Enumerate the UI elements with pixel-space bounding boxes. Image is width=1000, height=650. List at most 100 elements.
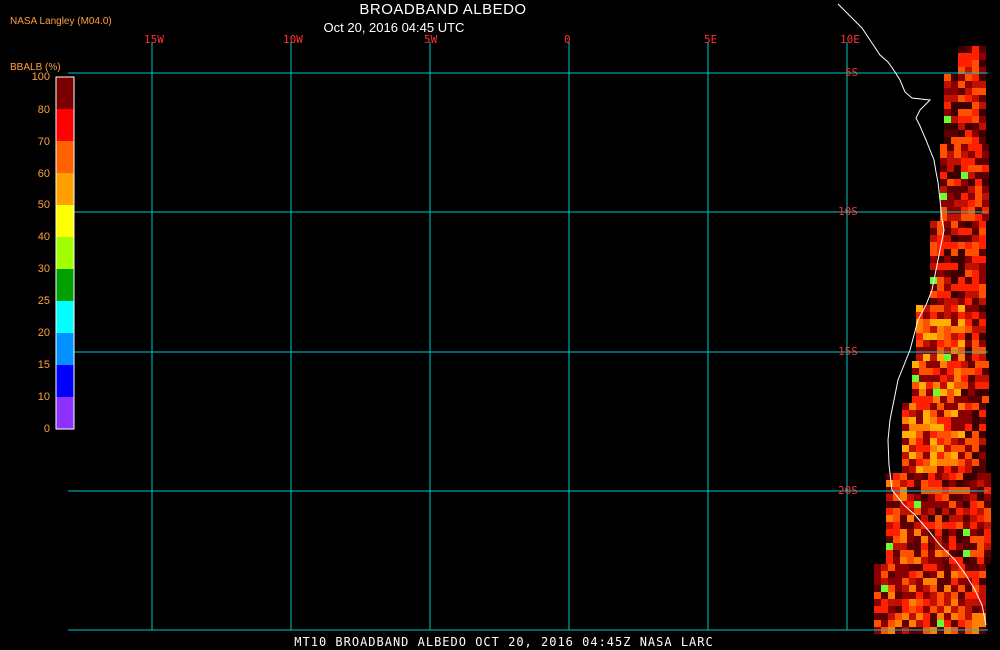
albedo-pixel	[909, 599, 916, 606]
albedo-pixel	[944, 277, 951, 284]
albedo-pixel	[930, 571, 937, 578]
albedo-pixel	[914, 473, 921, 480]
albedo-pixel	[984, 550, 991, 557]
albedo-pixel	[965, 116, 972, 123]
albedo-pixel	[979, 340, 986, 347]
albedo-pixel	[923, 410, 930, 417]
albedo-pixel	[944, 424, 951, 431]
albedo-pixel	[900, 536, 907, 543]
albedo-pixel	[937, 459, 944, 466]
albedo-pixel	[982, 151, 989, 158]
graticule	[68, 42, 988, 631]
albedo-pixel	[961, 144, 968, 151]
albedo-pixel	[979, 123, 986, 130]
albedo-pixel	[958, 130, 965, 137]
albedo-pixel	[951, 228, 958, 235]
albedo-pixel	[975, 158, 982, 165]
albedo-pixel	[944, 445, 951, 452]
albedo-pixel	[944, 620, 951, 627]
albedo-pixel	[947, 158, 954, 165]
albedo-pixel	[944, 354, 951, 361]
albedo-pixel	[972, 452, 979, 459]
albedo-pixel	[900, 508, 907, 515]
lat-label: 15S	[838, 345, 858, 358]
albedo-pixel	[947, 382, 954, 389]
albedo-pixel	[895, 606, 902, 613]
albedo-pixel	[928, 557, 935, 564]
albedo-pixel	[937, 613, 944, 620]
albedo-pixel	[914, 501, 921, 508]
albedo-pixel	[900, 480, 907, 487]
albedo-pixel	[902, 459, 909, 466]
albedo-pixel	[979, 95, 986, 102]
albedo-pixel	[921, 473, 928, 480]
albedo-pixel	[972, 123, 979, 130]
albedo-pixel	[940, 382, 947, 389]
albedo-pixel	[984, 529, 991, 536]
albedo-pixel	[893, 522, 900, 529]
albedo-pixel	[956, 515, 963, 522]
albedo-pixel	[965, 277, 972, 284]
albedo-pixel	[965, 298, 972, 305]
albedo-pixel	[963, 529, 970, 536]
albedo-pixel	[937, 466, 944, 473]
albedo-pixel	[930, 235, 937, 242]
albedo-pixel	[916, 431, 923, 438]
albedo-pixel	[954, 172, 961, 179]
albedo-pixel	[923, 445, 930, 452]
albedo-pixel	[979, 81, 986, 88]
albedo-pixel	[926, 361, 933, 368]
albedo-pixel	[916, 452, 923, 459]
albedo-pixel	[984, 522, 991, 529]
albedo-pixel	[958, 578, 965, 585]
albedo-pixel	[933, 382, 940, 389]
albedo-pixel	[958, 606, 965, 613]
albedo-pixel	[912, 368, 919, 375]
albedo-pixel	[930, 466, 937, 473]
albedo-pixel	[930, 599, 937, 606]
albedo-pixel	[956, 501, 963, 508]
albedo-pixel	[972, 319, 979, 326]
albedo-pixel	[930, 445, 937, 452]
albedo-pixel	[900, 522, 907, 529]
albedo-pixel	[921, 550, 928, 557]
albedo-pixel	[944, 137, 951, 144]
albedo-pixel	[965, 326, 972, 333]
albedo-pixel	[902, 585, 909, 592]
albedo-pixel	[968, 368, 975, 375]
albedo-pixel	[902, 438, 909, 445]
timestamp: Oct 20, 2016 04:45 UTC	[323, 20, 465, 35]
albedo-pixel	[886, 515, 893, 522]
albedo-pixel	[944, 109, 951, 116]
albedo-pixel	[902, 445, 909, 452]
albedo-pixel	[979, 326, 986, 333]
albedo-pixel	[979, 263, 986, 270]
albedo-pixel	[958, 620, 965, 627]
albedo-pixel	[965, 221, 972, 228]
albedo-pixel	[895, 564, 902, 571]
albedo-pixel	[912, 361, 919, 368]
albedo-pixel	[965, 445, 972, 452]
albedo-pixel	[982, 361, 989, 368]
albedo-pixel	[937, 606, 944, 613]
albedo-pixel	[919, 368, 926, 375]
albedo-pixel	[888, 571, 895, 578]
albedo-pixel	[979, 578, 986, 585]
albedo-pixel	[977, 494, 984, 501]
albedo-pixel	[930, 585, 937, 592]
albedo-pixel	[979, 102, 986, 109]
albedo-pixel	[933, 396, 940, 403]
albedo-pixel	[944, 319, 951, 326]
albedo-pixel	[972, 599, 979, 606]
albedo-pixel	[979, 424, 986, 431]
albedo-pixel	[982, 375, 989, 382]
albedo-pixel	[965, 291, 972, 298]
albedo-pixel	[923, 319, 930, 326]
albedo-pixel	[916, 438, 923, 445]
albedo-pixel	[972, 284, 979, 291]
albedo-pixel	[951, 613, 958, 620]
albedo-pixel	[874, 578, 881, 585]
albedo-pixel	[909, 438, 916, 445]
albedo-pixel	[951, 438, 958, 445]
albedo-pixel	[956, 494, 963, 501]
